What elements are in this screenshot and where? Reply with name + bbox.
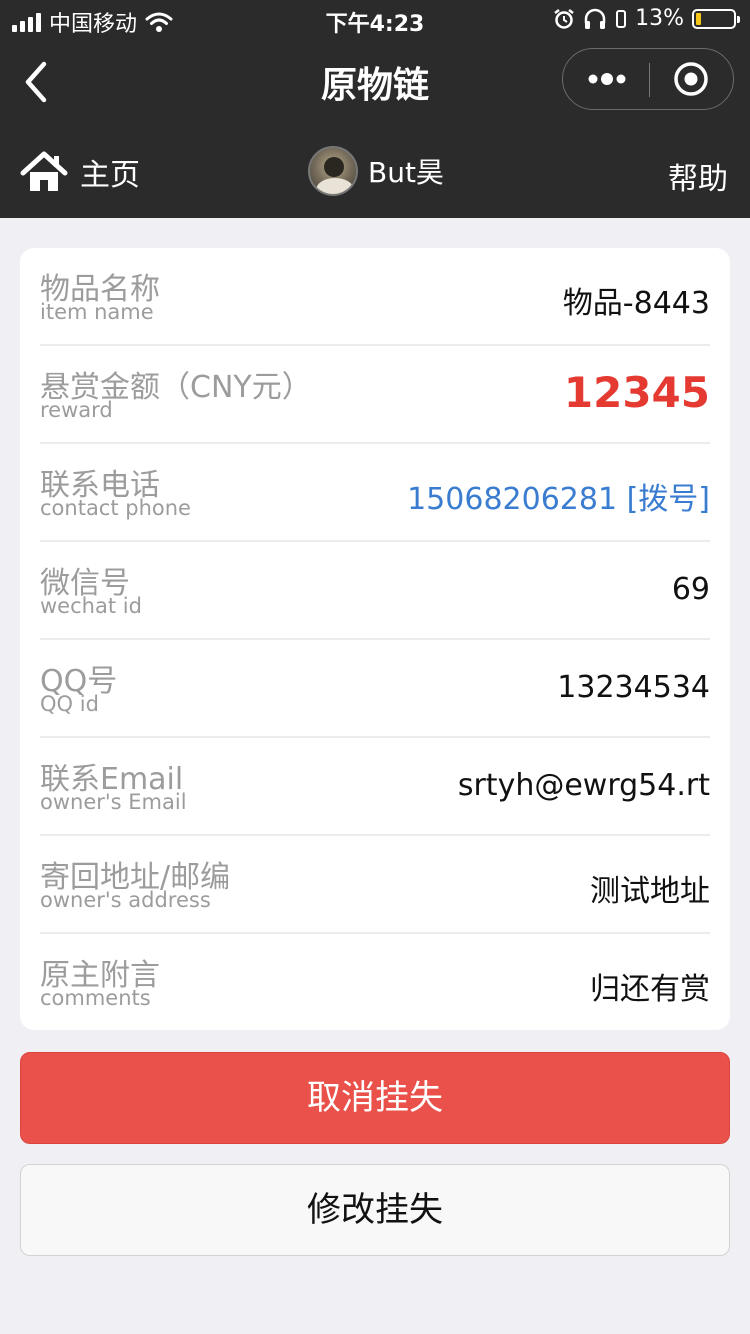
mini-program-capsule xyxy=(562,48,734,110)
row-label-en: owner's Email xyxy=(40,790,187,814)
sub-nav: 主页 But昊 帮助 xyxy=(0,140,750,210)
row-label-en: wechat id xyxy=(40,594,142,618)
status-right: 13% xyxy=(553,6,740,31)
user-profile[interactable]: But昊 xyxy=(308,146,444,196)
comments-value: 归还有赏 xyxy=(590,972,710,1007)
capsule-divider xyxy=(649,63,650,97)
status-bar: 中国移动 下午4:23 13% xyxy=(0,0,750,40)
row-label-en: owner's address xyxy=(40,888,211,912)
edit-report-button[interactable]: 修改挂失 xyxy=(20,1164,730,1256)
detail-row-reward: 悬赏金额（CNY元） reward 12345 xyxy=(40,346,710,444)
username: But昊 xyxy=(368,156,444,189)
home-icon xyxy=(20,151,68,191)
wechat-value: 69 xyxy=(671,572,710,607)
email-value: srtyh@ewrg54.rt xyxy=(457,768,710,803)
headphones-icon xyxy=(584,8,606,29)
home-link[interactable]: 主页 xyxy=(20,150,140,194)
close-target-icon[interactable] xyxy=(673,61,709,97)
item-detail-card: 物品名称 item name 物品-8443 悬赏金额（CNY元） reward… xyxy=(20,248,730,1030)
detail-row-wechat: 微信号 wechat id 69 xyxy=(40,542,710,640)
qq-value: 13234534 xyxy=(557,670,710,705)
more-icon[interactable] xyxy=(587,67,627,91)
detail-row-phone: 联系电话 contact phone 15068206281 [拨号] xyxy=(40,444,710,542)
home-label: 主页 xyxy=(80,158,140,193)
battery-icon xyxy=(692,8,740,29)
alarm-icon xyxy=(554,8,574,29)
row-label-en: QQ id xyxy=(40,692,99,716)
address-value: 测试地址 xyxy=(590,874,710,909)
avatar xyxy=(308,146,358,196)
orientation-lock-icon xyxy=(616,9,627,28)
cancel-report-button[interactable]: 取消挂失 xyxy=(20,1052,730,1144)
battery-percent: 13% xyxy=(635,6,684,31)
detail-row-comments: 原主附言 comments 归还有赏 xyxy=(40,934,710,1032)
row-label-en: reward xyxy=(40,398,113,422)
detail-row-qq: QQ号 QQ id 13234534 xyxy=(40,640,710,738)
detail-row-email: 联系Email owner's Email srtyh@ewrg54.rt xyxy=(40,738,710,836)
row-label-en: comments xyxy=(40,986,151,1010)
row-label-en: item name xyxy=(40,300,154,324)
help-link[interactable]: 帮助 xyxy=(668,154,728,198)
nav-bar: 原物链 xyxy=(0,44,750,120)
detail-row-address: 寄回地址/邮编 owner's address 测试地址 xyxy=(40,836,710,934)
item-name-value: 物品-8443 xyxy=(562,286,710,321)
detail-row-item-name: 物品名称 item name 物品-8443 xyxy=(40,248,710,346)
top-header: 中国移动 下午4:23 13% 原物链 主页 But昊 帮助 xyxy=(0,0,750,218)
reward-value: 12345 xyxy=(563,368,710,417)
phone-dial-link[interactable]: 15068206281 [拨号] xyxy=(407,474,710,518)
row-label-en: contact phone xyxy=(40,496,191,520)
